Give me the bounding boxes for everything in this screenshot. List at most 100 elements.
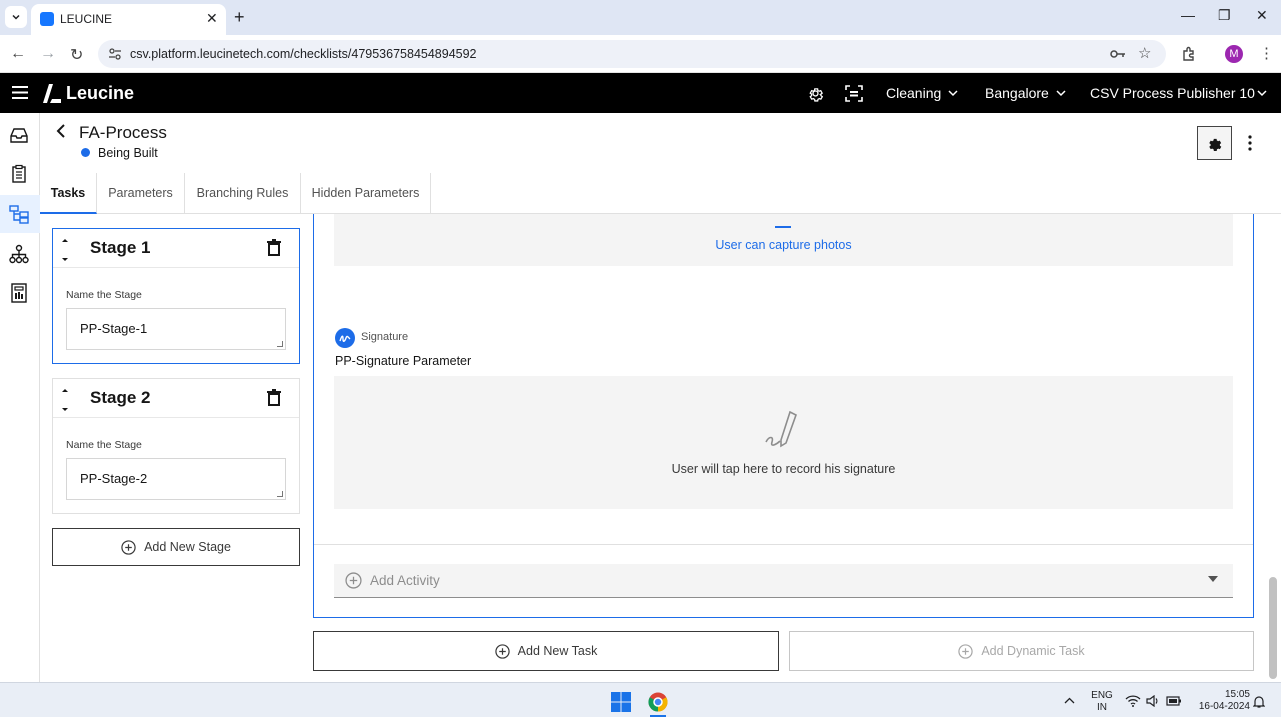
tab-tasks[interactable]: Tasks: [40, 173, 97, 214]
language-indicator[interactable]: ENG IN: [1089, 690, 1115, 714]
settings-gear-icon[interactable]: [807, 85, 824, 102]
stage-header: Stage 2: [53, 379, 299, 418]
chevron-up-icon[interactable]: [1064, 697, 1075, 704]
add-activity-dropdown[interactable]: Add Activity: [334, 564, 1233, 598]
gear-icon: [1209, 138, 1222, 151]
os-taskbar: ENG IN 15:05 16-04-2024: [0, 682, 1281, 717]
process-builder-icon[interactable]: [9, 204, 29, 224]
language-region: IN: [1097, 702, 1107, 713]
reports-icon[interactable]: [9, 283, 29, 303]
signature-pad[interactable]: User will tap here to record his signatu…: [334, 376, 1233, 509]
leucine-logo-icon: [43, 84, 61, 103]
forward-arrow-icon[interactable]: →: [40, 45, 56, 63]
site-info-icon[interactable]: [108, 48, 122, 60]
reorder-arrows-icon[interactable]: [61, 237, 69, 263]
resize-handle-icon[interactable]: [277, 491, 283, 497]
restore-icon[interactable]: ❐: [1218, 7, 1231, 24]
url-field[interactable]: csv.platform.leucinetech.com/checklists/…: [98, 40, 1166, 68]
add-dynamic-task-label: Add Dynamic Task: [981, 644, 1085, 658]
process-settings-button[interactable]: [1197, 126, 1232, 160]
app-header: Leucine Cleaning Bangalore CSV Process P…: [0, 73, 1281, 113]
back-chevron-icon[interactable]: [56, 124, 66, 138]
add-circle-icon: [121, 539, 136, 555]
leucine-favicon-icon: [40, 12, 54, 26]
tab-branching-rules[interactable]: Branching Rules: [185, 173, 301, 214]
more-options-icon[interactable]: [1244, 133, 1256, 153]
delete-icon[interactable]: [267, 239, 281, 256]
reorder-arrows-icon[interactable]: [61, 387, 69, 413]
windows-start-icon[interactable]: [611, 692, 631, 712]
stage-name-value: PP-Stage-2: [80, 471, 148, 486]
stage-name-field[interactable]: PP-Stage-1: [66, 308, 286, 350]
reload-icon[interactable]: ↻: [70, 45, 83, 65]
volume-icon[interactable]: [1146, 695, 1160, 707]
signature-type-icon: [335, 328, 355, 348]
caret-down-icon: [1208, 576, 1218, 582]
browser-tab[interactable]: LEUCINE ✕: [31, 4, 226, 35]
add-circle-icon: [494, 643, 510, 659]
language-code: ENG: [1091, 690, 1113, 701]
stage-card[interactable]: Stage 1 Name the Stage PP-Stage-1: [52, 228, 300, 364]
photo-indicator: [775, 226, 791, 228]
left-nav-rail: [0, 113, 40, 682]
add-new-task-label: Add New Task: [517, 644, 598, 658]
window-close-icon[interactable]: ✕: [1256, 7, 1268, 24]
scrollbar-thumb[interactable]: [1269, 577, 1277, 679]
stage-card[interactable]: Stage 2 Name the Stage PP-Stage-2: [52, 378, 300, 514]
stage-title: Stage 2: [90, 388, 151, 407]
add-dynamic-task-button[interactable]: Add Dynamic Task: [789, 631, 1254, 671]
add-new-stage-button[interactable]: Add New Stage: [52, 528, 300, 566]
add-new-task-button[interactable]: Add New Task: [313, 631, 779, 671]
status-badge: Being Built: [98, 146, 158, 160]
user-menu[interactable]: CSV Process Publisher 10: [1090, 85, 1255, 101]
photo-hint: User can capture photos: [715, 238, 852, 252]
signature-hint: User will tap here to record his signatu…: [671, 462, 896, 476]
browser-address-bar: ← → ↻ csv.platform.leucinetech.com/check…: [0, 35, 1281, 73]
divider: [314, 544, 1253, 545]
browser-menu-icon[interactable]: ⋮: [1259, 44, 1274, 62]
back-arrow-icon[interactable]: ←: [10, 45, 26, 63]
process-tabs: Tasks Parameters Branching Rules Hidden …: [40, 173, 1281, 214]
battery-icon[interactable]: [1166, 695, 1182, 707]
extensions-icon[interactable]: [1181, 46, 1197, 62]
clock-time: 15:05: [1224, 689, 1250, 700]
stage-title: Stage 1: [90, 238, 151, 257]
parameter-label: PP-Signature Parameter: [335, 354, 472, 368]
profile-avatar[interactable]: M: [1225, 45, 1243, 63]
chrome-icon[interactable]: [648, 692, 668, 712]
checklist-icon[interactable]: [9, 164, 29, 184]
notification-bell-icon[interactable]: [1253, 695, 1265, 708]
stage-name-field[interactable]: PP-Stage-2: [66, 458, 286, 500]
delete-icon[interactable]: [267, 389, 281, 406]
close-tab-icon[interactable]: ✕: [206, 10, 218, 27]
wifi-icon[interactable]: [1125, 695, 1141, 707]
hierarchy-icon[interactable]: [9, 244, 29, 264]
tab-hidden-parameters[interactable]: Hidden Parameters: [301, 173, 431, 214]
url-text: csv.platform.leucinetech.com/checklists/…: [130, 47, 477, 61]
resize-handle-icon[interactable]: [277, 341, 283, 347]
chevron-down-icon[interactable]: [948, 90, 958, 97]
app-logo-text: Leucine: [66, 83, 135, 103]
clock-date: 16-04-2024: [1198, 701, 1250, 712]
chevron-down-icon[interactable]: [1257, 90, 1267, 97]
stage-name-value: PP-Stage-1: [80, 321, 148, 336]
minimize-icon[interactable]: —: [1181, 7, 1195, 23]
inbox-icon[interactable]: [9, 125, 29, 145]
tab-search-dropdown-icon[interactable]: [5, 6, 27, 28]
password-key-icon[interactable]: [1110, 48, 1126, 60]
facility-selector[interactable]: Cleaning: [886, 85, 941, 101]
stage-header: Stage 1: [53, 229, 299, 268]
browser-tab-bar: LEUCINE ✕ + — ❐ ✕: [0, 0, 1281, 35]
bookmark-star-icon[interactable]: ☆: [1138, 44, 1151, 62]
site-selector[interactable]: Bangalore: [985, 85, 1049, 101]
clock[interactable]: 15:05 16-04-2024: [1190, 689, 1250, 713]
new-tab-icon[interactable]: +: [234, 7, 245, 28]
hamburger-menu-icon[interactable]: [12, 86, 28, 99]
parameter-type-label: Signature: [361, 331, 409, 343]
task-card: User can capture photos Signature PP-Sig…: [313, 214, 1254, 618]
status-dot: [81, 148, 90, 157]
chevron-down-icon[interactable]: [1056, 90, 1066, 97]
scan-icon[interactable]: [845, 85, 863, 102]
tab-parameters[interactable]: Parameters: [97, 173, 185, 214]
page-title: FA-Process: [79, 123, 167, 142]
